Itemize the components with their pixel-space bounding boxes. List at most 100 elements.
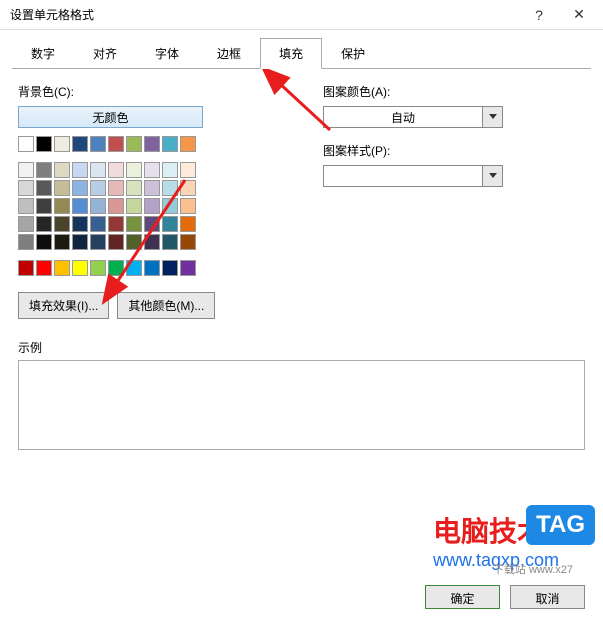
color-swatch[interactable] bbox=[72, 162, 88, 178]
color-swatch[interactable] bbox=[180, 198, 196, 214]
chevron-down-icon[interactable] bbox=[482, 166, 502, 186]
color-swatch[interactable] bbox=[36, 260, 52, 276]
color-swatch[interactable] bbox=[108, 234, 124, 250]
tab-font[interactable]: 字体 bbox=[136, 38, 198, 69]
color-swatch[interactable] bbox=[90, 234, 106, 250]
pattern-color-label: 图案颜色(A): bbox=[323, 83, 538, 100]
pattern-style-value bbox=[324, 166, 482, 186]
pattern-style-combo[interactable] bbox=[323, 165, 503, 187]
color-swatch[interactable] bbox=[54, 260, 70, 276]
cancel-button[interactable]: 取消 bbox=[510, 585, 585, 609]
color-swatch[interactable] bbox=[36, 162, 52, 178]
color-swatch[interactable] bbox=[36, 136, 52, 152]
color-swatch[interactable] bbox=[144, 216, 160, 232]
color-swatch[interactable] bbox=[108, 198, 124, 214]
color-swatch[interactable] bbox=[162, 216, 178, 232]
color-swatch[interactable] bbox=[36, 234, 52, 250]
color-swatch[interactable] bbox=[180, 234, 196, 250]
color-swatch[interactable] bbox=[162, 162, 178, 178]
color-swatch[interactable] bbox=[18, 260, 34, 276]
color-swatch[interactable] bbox=[180, 216, 196, 232]
color-swatch[interactable] bbox=[108, 162, 124, 178]
color-swatch[interactable] bbox=[54, 136, 70, 152]
tab-border[interactable]: 边框 bbox=[198, 38, 260, 69]
color-swatch[interactable] bbox=[126, 162, 142, 178]
color-swatch[interactable] bbox=[144, 234, 160, 250]
color-swatch[interactable] bbox=[144, 180, 160, 196]
no-color-button[interactable]: 无颜色 bbox=[18, 106, 203, 128]
color-swatch[interactable] bbox=[180, 136, 196, 152]
color-swatch[interactable] bbox=[18, 162, 34, 178]
color-swatch[interactable] bbox=[90, 180, 106, 196]
close-icon[interactable]: ✕ bbox=[559, 1, 599, 29]
tab-fill[interactable]: 填充 bbox=[260, 38, 322, 69]
color-swatch[interactable] bbox=[144, 198, 160, 214]
color-swatch[interactable] bbox=[72, 260, 88, 276]
color-swatch[interactable] bbox=[18, 234, 34, 250]
color-swatch[interactable] bbox=[90, 260, 106, 276]
color-swatch[interactable] bbox=[108, 216, 124, 232]
tag-badge: TAG bbox=[526, 505, 595, 545]
color-swatch[interactable] bbox=[72, 136, 88, 152]
pattern-color-combo[interactable]: 自动 bbox=[323, 106, 503, 128]
color-swatch[interactable] bbox=[108, 136, 124, 152]
color-swatch[interactable] bbox=[18, 198, 34, 214]
color-swatch[interactable] bbox=[126, 180, 142, 196]
color-swatch[interactable] bbox=[72, 216, 88, 232]
color-swatch[interactable] bbox=[126, 260, 142, 276]
color-swatch[interactable] bbox=[126, 198, 142, 214]
color-swatch[interactable] bbox=[162, 260, 178, 276]
color-swatch[interactable] bbox=[36, 180, 52, 196]
color-swatch[interactable] bbox=[90, 198, 106, 214]
color-swatch[interactable] bbox=[54, 162, 70, 178]
color-swatch[interactable] bbox=[36, 216, 52, 232]
chevron-down-icon[interactable] bbox=[482, 107, 502, 127]
ok-button[interactable]: 确定 bbox=[425, 585, 500, 609]
color-swatch[interactable] bbox=[126, 234, 142, 250]
color-swatch[interactable] bbox=[72, 180, 88, 196]
no-color-label: 无颜色 bbox=[92, 109, 128, 126]
color-swatch[interactable] bbox=[90, 162, 106, 178]
color-swatch[interactable] bbox=[162, 180, 178, 196]
color-swatch[interactable] bbox=[72, 234, 88, 250]
color-swatch[interactable] bbox=[126, 216, 142, 232]
color-swatch[interactable] bbox=[90, 136, 106, 152]
tab-protect[interactable]: 保护 bbox=[322, 38, 384, 69]
example-section: 示例 bbox=[18, 339, 585, 450]
color-swatch[interactable] bbox=[54, 216, 70, 232]
bg-color-label: 背景色(C): bbox=[18, 83, 273, 100]
color-swatch[interactable] bbox=[18, 216, 34, 232]
dialog-footer: 确定 取消 bbox=[425, 585, 585, 609]
color-swatch[interactable] bbox=[90, 216, 106, 232]
color-swatch[interactable] bbox=[36, 198, 52, 214]
color-swatch[interactable] bbox=[108, 180, 124, 196]
watermark-url: www.tagxp.com bbox=[433, 550, 573, 571]
color-swatch[interactable] bbox=[144, 162, 160, 178]
titlebar: 设置单元格格式 ? ✕ bbox=[0, 0, 603, 30]
color-swatch[interactable] bbox=[162, 198, 178, 214]
fill-buttons-row: 填充效果(I)... 其他颜色(M)... bbox=[18, 292, 273, 319]
color-swatch[interactable] bbox=[144, 260, 160, 276]
tab-number[interactable]: 数字 bbox=[12, 38, 74, 69]
more-colors-button[interactable]: 其他颜色(M)... bbox=[117, 292, 215, 319]
color-swatch[interactable] bbox=[162, 234, 178, 250]
color-swatch[interactable] bbox=[180, 260, 196, 276]
color-swatch[interactable] bbox=[54, 234, 70, 250]
color-swatch[interactable] bbox=[72, 198, 88, 214]
color-swatch[interactable] bbox=[18, 180, 34, 196]
right-panel: 图案颜色(A): 自动 图案样式(P): bbox=[323, 79, 538, 319]
color-swatch[interactable] bbox=[162, 136, 178, 152]
color-swatch[interactable] bbox=[144, 136, 160, 152]
watermark: TAG 电脑技术网 www.tagxp.com 下载站 www.x27 bbox=[433, 510, 573, 571]
color-swatch[interactable] bbox=[180, 162, 196, 178]
color-swatch[interactable] bbox=[180, 180, 196, 196]
color-swatch[interactable] bbox=[54, 180, 70, 196]
tab-align[interactable]: 对齐 bbox=[74, 38, 136, 69]
help-icon[interactable]: ? bbox=[519, 1, 559, 29]
color-swatch[interactable] bbox=[54, 198, 70, 214]
color-swatch[interactable] bbox=[126, 136, 142, 152]
watermark-cn: 电脑技术网 bbox=[433, 510, 573, 550]
color-swatch[interactable] bbox=[18, 136, 34, 152]
fill-effects-button[interactable]: 填充效果(I)... bbox=[18, 292, 109, 319]
color-swatch[interactable] bbox=[108, 260, 124, 276]
